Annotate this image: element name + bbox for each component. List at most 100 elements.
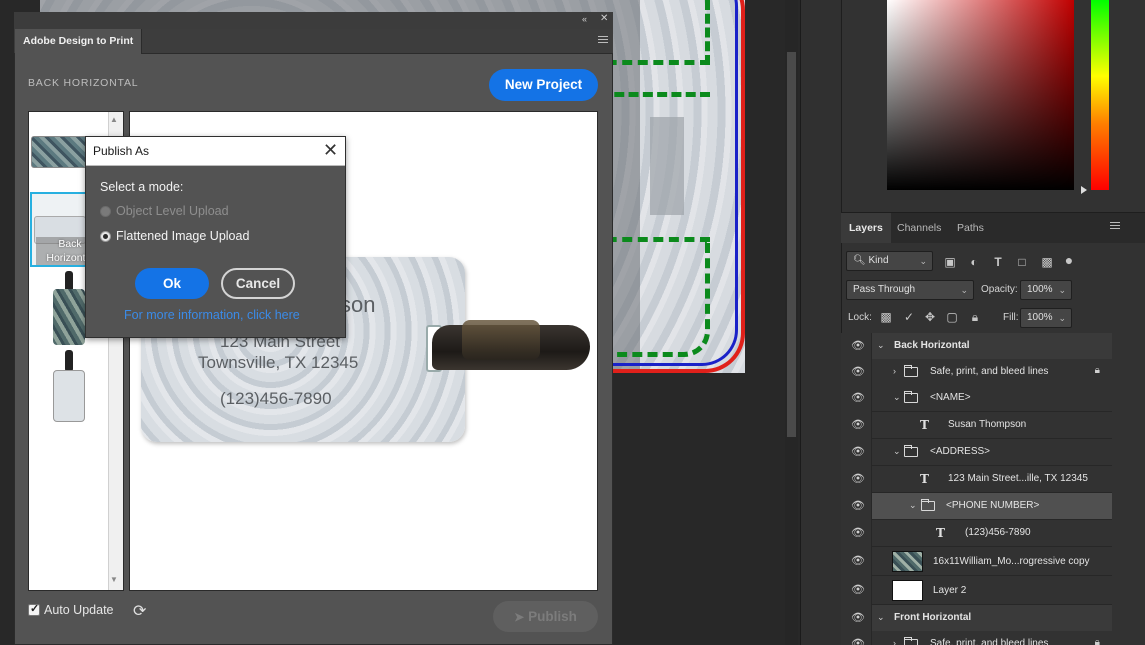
visibility-eye-icon[interactable]: 👁︎ <box>851 527 865 540</box>
chevron-down-icon[interactable]: ⌄ <box>877 612 885 623</box>
visibility-eye-icon[interactable]: 👁︎ <box>851 446 865 459</box>
cancel-button[interactable]: Cancel <box>221 268 295 299</box>
text-layer-icon: T <box>936 526 945 540</box>
visibility-eye-icon[interactable]: 👁︎ <box>851 612 865 625</box>
visibility-eye-icon[interactable]: 👁︎ <box>851 555 865 568</box>
scroll-down-icon[interactable]: ▼ <box>110 575 118 584</box>
lock-artboard-icon[interactable]: ▢ <box>945 310 959 324</box>
filter-adjustment-icon[interactable]: ◐ <box>967 255 981 269</box>
lock-position-icon[interactable]: ✥ <box>923 310 937 324</box>
panel-title-bar[interactable] <box>14 12 613 29</box>
visibility-eye-icon[interactable]: 👁︎ <box>851 638 865 645</box>
layer-row[interactable]: 👁︎ T (123)456-7890 <box>841 520 1112 547</box>
layer-name: 16x11William_Mo...rogressive copy <box>933 556 1090 567</box>
layer-row[interactable]: 👁︎ ⌄ Front Horizontal <box>841 605 1112 632</box>
panel-menu-icon[interactable] <box>598 36 608 45</box>
layer-name: Susan Thompson <box>948 419 1027 430</box>
color-field-marker-icon[interactable] <box>1081 186 1087 194</box>
layer-row[interactable]: 👁︎ › Safe, print, and bleed lines 🔒︎ <box>841 359 1112 386</box>
publish-button-label: Publish <box>528 609 577 624</box>
layer-name: 123 Main Street...ille, TX 12345 <box>948 473 1088 484</box>
canvas-scrollbar-thumb[interactable] <box>787 52 796 437</box>
close-icon[interactable]: ✕ <box>323 140 338 161</box>
layer-filter-kind[interactable]: 🔍︎ Kind ⌄ <box>846 251 933 271</box>
layer-name: Safe, print, and bleed lines <box>930 366 1049 377</box>
tab-channels[interactable]: Channels <box>889 213 949 243</box>
filter-shape-icon[interactable]: □ <box>1015 255 1029 269</box>
layer-row[interactable]: 👁︎ T Susan Thompson <box>841 412 1112 439</box>
lock-label: Lock: <box>848 312 872 323</box>
layer-row[interactable]: 👁︎ ⌄ <ADDRESS> <box>841 439 1112 466</box>
chevron-down-icon[interactable]: ⌄ <box>893 446 901 457</box>
layers-list: 👁︎ ⌄ Back Horizontal 👁︎ › Safe, print, a… <box>841 333 1112 645</box>
lock-icon: 🔒︎ <box>1094 365 1100 376</box>
layer-row[interactable]: 👁︎ Layer 2 <box>841 576 1112 605</box>
opacity-value: 100% <box>1027 284 1053 295</box>
chevron-down-icon: ⌄ <box>1058 313 1066 323</box>
layer-row[interactable]: 👁︎ 16x11William_Mo...rogressive copy <box>841 547 1112 576</box>
filter-smart-object-icon[interactable]: ▩ <box>1040 255 1054 269</box>
strap-buckle <box>462 320 540 360</box>
layer-name: Layer 2 <box>933 585 967 596</box>
chevron-down-icon[interactable]: ⌄ <box>877 340 885 351</box>
thumbnail-strap <box>65 350 73 372</box>
lock-brush-icon[interactable]: ✓ <box>902 310 916 324</box>
tab-design-to-print[interactable]: Adobe Design to Print <box>15 29 143 54</box>
filter-pixel-icon[interactable]: ▣ <box>943 255 957 269</box>
visibility-eye-icon[interactable]: 👁︎ <box>851 584 865 597</box>
close-panel-icon[interactable]: ✕ <box>600 13 608 24</box>
checkmark-icon: ✓ <box>30 603 40 615</box>
layer-row[interactable]: 👁︎ T 123 Main Street...ille, TX 12345 <box>841 466 1112 493</box>
opacity-label: Opacity: <box>981 284 1018 295</box>
layer-row-selected[interactable]: 👁︎ ⌄ <PHONE NUMBER> <box>841 493 1112 520</box>
opacity-input[interactable]: 100% ⌄ <box>1020 280 1072 300</box>
visibility-eye-icon[interactable]: 👁︎ <box>851 500 865 513</box>
lock-all-icon[interactable]: 🔒︎ <box>968 310 982 324</box>
filter-type-icon[interactable]: T <box>991 255 1005 269</box>
chevron-right-icon[interactable]: › <box>893 366 896 376</box>
auto-update-label: Auto Update <box>44 603 114 617</box>
chevron-down-icon: ⌄ <box>919 256 927 266</box>
thumbnail-back-vertical[interactable] <box>53 370 85 422</box>
blend-mode-select[interactable]: Pass Through ⌄ <box>846 280 974 300</box>
tab-paths[interactable]: Paths <box>949 213 992 243</box>
object-level-upload-label: Object Level Upload <box>116 204 229 218</box>
thumbnail-front-vertical[interactable] <box>53 289 85 345</box>
publish-button[interactable]: ➤ Publish <box>493 601 598 632</box>
tab-layers[interactable]: Layers <box>841 213 891 243</box>
preview-phone-text: (123)456-7890 <box>220 389 332 408</box>
layers-panel-menu-icon[interactable] <box>1110 222 1120 232</box>
dialog-title: Publish As <box>93 144 150 158</box>
folder-icon <box>904 445 918 457</box>
visibility-eye-icon[interactable]: 👁︎ <box>851 392 865 405</box>
hue-slider[interactable] <box>1091 0 1109 190</box>
thumbnail-front-horizontal[interactable] <box>31 136 89 168</box>
layer-filter-kind-label: Kind <box>868 255 889 266</box>
ok-button[interactable]: Ok <box>135 268 209 299</box>
object-level-upload-radio[interactable] <box>100 206 111 217</box>
preview-city-text: Townsville, TX 12345 <box>198 353 359 372</box>
collapse-panel-icon[interactable]: « <box>582 14 587 24</box>
visibility-eye-icon[interactable]: 👁︎ <box>851 366 865 379</box>
chevron-down-icon[interactable]: ⌄ <box>893 392 901 403</box>
filter-toggle-icon[interactable]: ● <box>1062 253 1076 267</box>
visibility-eye-icon[interactable]: 👁︎ <box>851 340 865 353</box>
more-info-link[interactable]: For more information, click here <box>124 308 300 322</box>
flattened-image-upload-label[interactable]: Flattened Image Upload <box>116 229 249 243</box>
layer-row[interactable]: 👁︎ ⌄ <NAME> <box>841 385 1112 412</box>
lock-transparent-icon[interactable]: ▩ <box>879 310 893 324</box>
fill-input[interactable]: 100% ⌄ <box>1020 308 1072 328</box>
chevron-right-icon[interactable]: › <box>893 638 896 645</box>
layer-row[interactable]: 👁︎ › Safe, print, and bleed lines 🔒︎ <box>841 631 1112 645</box>
visibility-eye-icon[interactable]: 👁︎ <box>851 419 865 432</box>
layer-name: Back Horizontal <box>894 340 970 351</box>
scroll-up-icon[interactable]: ▲ <box>110 115 118 124</box>
layer-name: <PHONE NUMBER> <box>946 500 1040 511</box>
visibility-eye-icon[interactable]: 👁︎ <box>851 473 865 486</box>
new-project-button[interactable]: New Project <box>489 69 598 101</box>
refresh-icon[interactable]: ⟳ <box>133 601 146 621</box>
chevron-down-icon[interactable]: ⌄ <box>909 500 917 511</box>
text-layer-icon: T <box>920 418 929 432</box>
color-picker-field[interactable] <box>887 0 1074 190</box>
layer-row[interactable]: 👁︎ ⌄ Back Horizontal <box>841 333 1112 360</box>
